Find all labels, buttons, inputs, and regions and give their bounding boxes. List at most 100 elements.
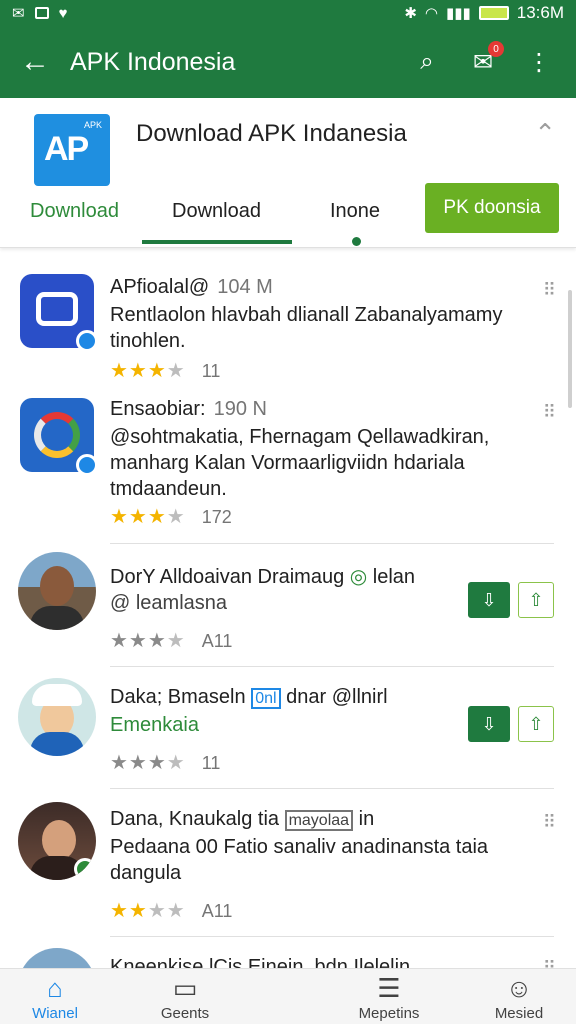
- wifi-icon: ◠: [424, 5, 438, 22]
- battery-icon: [478, 6, 509, 20]
- tab-download-active[interactable]: Download: [172, 200, 261, 223]
- mail-icon: ✉: [12, 5, 25, 22]
- rating-count: A11: [201, 901, 233, 921]
- app-title: APK Indonesia: [70, 47, 236, 76]
- more-options-icon[interactable]: ⠿: [543, 280, 556, 301]
- nav-item-profile[interactable]: ☺ Mesied: [474, 973, 564, 1022]
- tab-download[interactable]: Download: [30, 200, 119, 223]
- list-item[interactable]: APfioalal@ 104 M Rentlaolon hlavbah dlian…: [0, 258, 576, 398]
- star-rating: ★★★★ A11: [110, 900, 233, 922]
- nav-label: Mesied: [494, 1005, 544, 1022]
- more-vert-icon[interactable]: ⋮: [524, 47, 554, 77]
- rating-count: A11: [201, 631, 233, 651]
- avatar: [18, 552, 96, 630]
- more-options-icon[interactable]: ⠿: [543, 958, 556, 968]
- list-item[interactable]: Dana, Knaukalg tia mayolaa in Pedaana 00…: [0, 792, 576, 942]
- item-size: 190 N: [213, 398, 267, 420]
- nav-item-chat[interactable]: ▭ Geents: [140, 973, 230, 1022]
- item-subtitle: @ leamlasna: [110, 592, 228, 614]
- item-title: Dana, Knaukalg tia mayolaa in: [110, 808, 374, 831]
- app-icon: [20, 398, 98, 476]
- more-options-icon[interactable]: ⠿: [543, 812, 556, 833]
- bookmark-icon: ♥: [58, 4, 68, 22]
- share-icon-button[interactable]: ⇧: [518, 706, 554, 742]
- avatar: [18, 678, 96, 756]
- chevron-up-icon[interactable]: ⌃: [534, 118, 556, 149]
- app-list: APfioalal@ 104 M Rentlaolon hlavbah dlian…: [0, 258, 576, 968]
- star-rating: ★★★★ 11: [110, 752, 221, 774]
- nav-item-list[interactable]: ☰ Mepetins: [344, 973, 434, 1022]
- item-title-text: Dana, Knaukalg tia: [110, 808, 280, 830]
- item-subtitle: Emenkaia: [110, 714, 199, 736]
- item-description: Pedaana 00 Fatio sanaliv anadinansta tai…: [110, 836, 489, 884]
- item-title-text: APfioalal@: [110, 276, 210, 298]
- app-logo: APK AP: [34, 114, 110, 186]
- star-rating: ★★★★ 172: [110, 506, 232, 528]
- divider: [110, 666, 554, 667]
- status-time: 13:6M: [516, 3, 564, 22]
- item-title-tail: lelan: [372, 566, 416, 588]
- list-item[interactable]: DorY Alldoaivan Draimaug ◎ lelan @ leaml…: [0, 548, 576, 668]
- list-item[interactable]: Kneenkise lCis Einein. bdn Ilelelin ⠿: [0, 940, 576, 968]
- notification-icon: [34, 7, 49, 19]
- item-description: @sohtmakatia, Fhernagam Qellawadkiran, m…: [110, 426, 490, 500]
- item-title-text: Ensaobiar:: [110, 398, 206, 420]
- item-title-text: DorY Alldoaivan Draimaug: [110, 566, 345, 588]
- divider: [110, 788, 554, 789]
- bottom-navigation: ⌂ Wianel ▭ Geents ☰ Mepetins ☺ Mesied: [0, 968, 576, 1024]
- install-icon-button[interactable]: ⇩: [468, 706, 510, 742]
- bluetooth-icon: ✱: [404, 5, 417, 22]
- item-title-text: Daka; Bmaseln: [110, 686, 246, 708]
- home-icon: ⌂: [47, 973, 63, 1003]
- back-arrow-icon[interactable]: ←: [0, 26, 70, 98]
- divider: [110, 936, 554, 937]
- profile-icon: ☺: [505, 973, 533, 1003]
- item-title: Kneenkise lCis Einein. bdn Ilelelin: [110, 956, 411, 968]
- nav-item-home[interactable]: ⌂ Wianel: [10, 973, 100, 1022]
- scrollbar[interactable]: [568, 290, 572, 408]
- item-title: DorY Alldoaivan Draimaug ◎ lelan: [110, 564, 415, 589]
- active-tab-indicator: [142, 240, 292, 244]
- status-dot: [76, 454, 98, 476]
- item-size: 104 M: [217, 276, 273, 298]
- star-rating: ★★★★ A11: [110, 630, 233, 652]
- verified-icon: [74, 858, 96, 880]
- nav-label: Geents: [160, 1005, 210, 1022]
- divider: [110, 543, 554, 544]
- item-title: Daka; Bmaseln 0nl dnar @llnirl: [110, 686, 388, 709]
- chat-icon: [36, 292, 78, 326]
- logo-apk-text: APK: [83, 120, 102, 130]
- star-rating: ★★★★ 11: [110, 360, 221, 382]
- nav-label: Wianel: [32, 1005, 78, 1022]
- notifications-icon[interactable]: ✉ 0: [468, 41, 504, 77]
- logo-ap-text: AP: [44, 130, 89, 168]
- item-title: Ensaobiar: 190 N: [110, 398, 267, 421]
- more-options-icon[interactable]: ⠿: [543, 402, 556, 423]
- nav-label: Mepetins: [358, 1005, 420, 1022]
- item-description: Rentlaolon hlavbah dlianall Zabanalyamam…: [110, 304, 503, 352]
- install-icon-button[interactable]: ⇩: [468, 582, 510, 618]
- verified-icon: ◎: [349, 566, 368, 588]
- share-icon-button[interactable]: ⇧: [518, 582, 554, 618]
- list-icon: ☰: [377, 973, 401, 1003]
- browser-icon: [34, 412, 80, 458]
- install-button[interactable]: PK doonsia: [425, 183, 559, 233]
- header-title: Download APK Indanesia: [136, 120, 407, 147]
- notification-badge: 0: [488, 41, 504, 57]
- avatar: [18, 948, 96, 968]
- search-icon[interactable]: ⌕: [412, 47, 442, 77]
- app-icon: [20, 274, 98, 352]
- signal-icon: ▮▮▮: [445, 5, 471, 22]
- rating-count: 11: [201, 753, 221, 773]
- list-item[interactable]: Daka; Bmaseln 0nl dnar @llnirl Emenkaia …: [0, 670, 576, 790]
- app-bar: ← APK Indonesia ⌕ ✉ 0 ⋮: [0, 26, 576, 98]
- status-dot: [76, 330, 98, 352]
- list-item[interactable]: Ensaobiar: 190 N @sohtmakatia, Fhernagam …: [0, 388, 576, 548]
- item-title: APfioalal@ 104 M: [110, 276, 273, 299]
- item-tag: 0nl: [251, 688, 281, 709]
- chat-icon: ▭: [172, 973, 198, 1003]
- avatar: [18, 802, 96, 880]
- rating-count: 11: [201, 361, 221, 381]
- tab-inone[interactable]: Inone: [330, 200, 380, 223]
- rating-count: 172: [201, 507, 232, 527]
